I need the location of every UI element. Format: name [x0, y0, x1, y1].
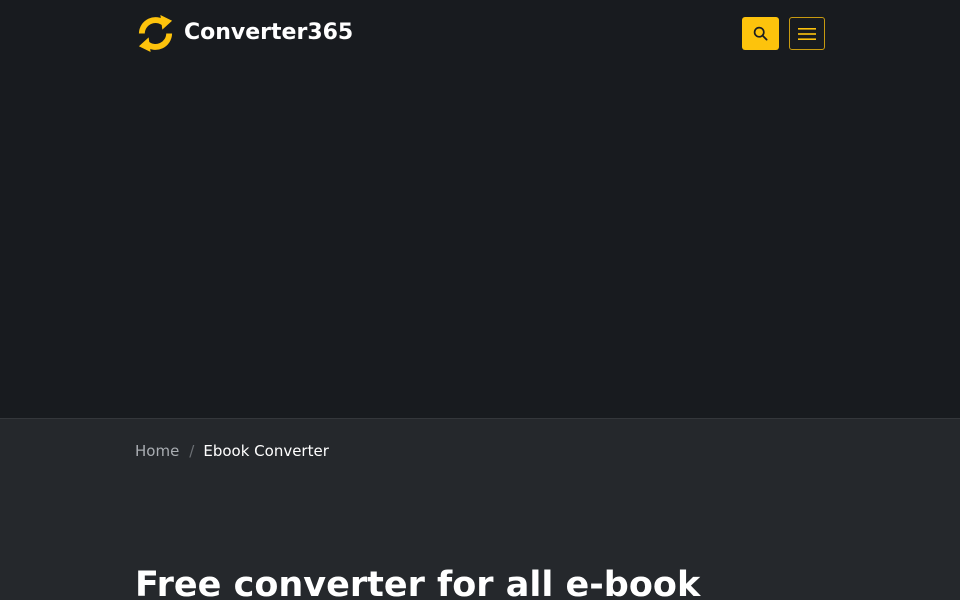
breadcrumb-current: Ebook Converter [203, 442, 329, 460]
brand-link[interactable]: Converter365 [135, 13, 353, 53]
hamburger-menu-icon [798, 27, 816, 40]
navbar: Converter365 [0, 0, 960, 68]
header-section: Converter365 [0, 0, 960, 419]
menu-toggle-button[interactable] [789, 17, 825, 50]
brand-name: Converter365 [184, 20, 354, 45]
breadcrumb-home-link[interactable]: Home [135, 440, 179, 462]
search-icon [753, 26, 768, 41]
sync-arrows-icon [138, 14, 173, 52]
search-button[interactable] [742, 17, 779, 50]
page: Converter365 Home / Ebook Converter Free… [0, 0, 960, 600]
page-title: Free converter for all e-book [135, 565, 701, 600]
breadcrumb-separator: / [189, 442, 195, 460]
hero-banner-area [0, 68, 960, 418]
breadcrumb: Home / Ebook Converter [135, 440, 329, 462]
